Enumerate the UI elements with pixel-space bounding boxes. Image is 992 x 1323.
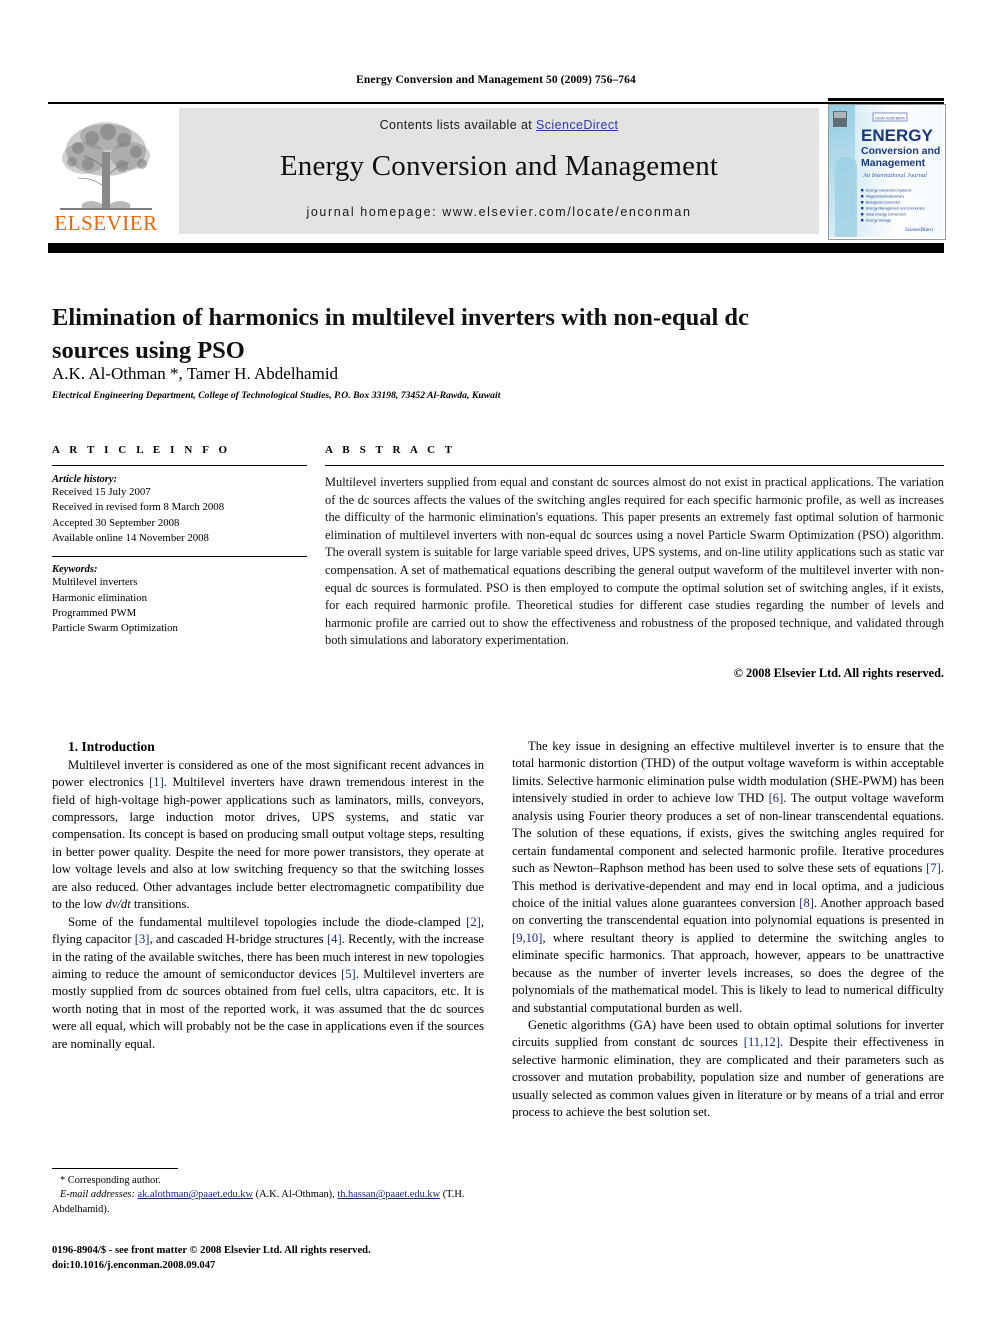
citation-ref[interactable]: [4] [327, 932, 342, 946]
header-black-bar [48, 243, 944, 253]
article-history-heading: Article history: [52, 474, 118, 485]
journal-header: ELSEVIER Contents lists available at Sci… [48, 98, 946, 240]
body-paragraph: The key issue in designing an effective … [512, 739, 944, 1015]
article-history-item: Accepted 30 September 2008 [52, 516, 180, 529]
affiliation: Electrical Engineering Department, Colle… [52, 390, 501, 401]
sciencedirect-link[interactable]: ScienceDirect [536, 118, 618, 132]
author-list: A.K. Al-Othman *, Tamer H. Abdelhamid [52, 364, 752, 384]
email-owner-1: (A.K. Al-Othman), [255, 1189, 335, 1201]
email-addresses-note: E-mail addresses: ak.alothman@paaet.edu.… [52, 1188, 484, 1217]
citation-ref[interactable]: [9,10] [512, 931, 542, 945]
article-history-item: Received in revised form 8 March 2008 [52, 501, 225, 514]
keyword-item: Harmonic elimination [52, 591, 148, 604]
journal-banner: Contents lists available at ScienceDirec… [179, 108, 819, 234]
article-info-label: A R T I C L E I N F O [52, 444, 231, 456]
article-info-column: A R T I C L E I N F O Article history: R… [52, 444, 307, 637]
citation-ref[interactable]: [8] [799, 896, 814, 910]
email-link-2[interactable]: th.hassan@paaet.edu.kw [337, 1189, 440, 1200]
citation-ref[interactable]: [1] [149, 775, 164, 789]
keyword-item: Programmed PWM [52, 606, 137, 619]
svg-text:Energy Management and Economic: Energy Management and Economics [866, 207, 925, 211]
keywords-rule [52, 556, 307, 558]
svg-text:Energy Storage: Energy Storage [866, 219, 891, 223]
cover-title-energy: ENERGY [861, 126, 933, 145]
elsevier-logo: ELSEVIER [48, 108, 164, 236]
contents-available-line: Contents lists available at ScienceDirec… [179, 108, 819, 132]
abstract-text: Multilevel inverters supplied from equal… [325, 475, 944, 648]
keyword-item: Multilevel inverters [52, 576, 138, 589]
doi-line: doi:10.1016/j.enconman.2008.09.047 [52, 1260, 216, 1272]
corresponding-author-note: * Corresponding author. [60, 1175, 161, 1186]
journal-cover-thumbnail[interactable]: ISSN 0196-8904 ENERGY Conversion and Man… [828, 104, 946, 240]
svg-text:Solar Energy Conversion: Solar Energy Conversion [866, 213, 906, 217]
citation-ref[interactable]: [2] [466, 915, 481, 929]
author-names: A.K. Al-Othman *, Tamer H. Abdelhamid [52, 364, 339, 383]
body-paragraph: Some of the fundamental multilevel topol… [52, 914, 484, 1051]
page-title: Elimination of harmonics in multilevel i… [52, 304, 749, 364]
body-paragraph: Multilevel inverter is considered as one… [52, 757, 484, 912]
cover-top-rule [828, 98, 944, 101]
abstract-copyright: © 2008 Elsevier Ltd. All rights reserved… [733, 666, 944, 681]
cover-badge: ISSN 0196-8904 [875, 115, 905, 120]
cover-title-conversion: Conversion and [861, 145, 940, 157]
footnote-block: * Corresponding author. E-mail addresses… [52, 1168, 484, 1217]
header-top-rule [48, 102, 944, 104]
svg-text:Biological Conversion: Biological Conversion [866, 201, 901, 205]
article-info-rule [52, 465, 307, 466]
cover-footer: ScienceDirect [905, 228, 934, 233]
abstract-label: A B S T R A C T [325, 444, 456, 456]
journal-title: Energy Conversion and Management [279, 150, 719, 182]
paper-page: Energy Conversion and Management 50 (200… [0, 0, 992, 1323]
body-column-right: The key issue in designing an effective … [512, 738, 944, 1122]
citation-ref[interactable]: [5] [341, 967, 356, 981]
email-label: E-mail addresses: [60, 1189, 135, 1201]
article-history-item: Available online 14 November 2008 [52, 531, 209, 544]
svg-text:Energy Conversion Systems: Energy Conversion Systems [866, 189, 912, 193]
journal-homepage[interactable]: journal homepage: www.elsevier.com/locat… [179, 205, 819, 219]
abstract-column: A B S T R A C T Multilevel inverters sup… [325, 444, 944, 681]
running-head: Energy Conversion and Management 50 (200… [356, 74, 636, 86]
citation-ref[interactable]: [11,12] [744, 1035, 780, 1049]
svg-text:Magnetohydrodynamics: Magnetohydrodynamics [866, 195, 904, 199]
keywords-heading: Keywords: [52, 564, 98, 576]
issn-copyright-block: 0196-8904/$ - see front matter © 2008 El… [52, 1243, 512, 1274]
citation-ref[interactable]: [7] [926, 861, 941, 875]
citation-ref[interactable]: [3] [135, 932, 150, 946]
email-link-1[interactable]: ak.alothman@paaet.edu.kw [138, 1189, 253, 1200]
article-history-item: Received 15 July 2007 [52, 486, 151, 498]
footnote-rule [52, 1168, 178, 1169]
body-column-left: 1. Introduction Multilevel inverter is c… [52, 738, 484, 1053]
body-paragraph: Genetic algorithms (GA) have been used t… [512, 1018, 944, 1120]
keyword-item: Particle Swarm Optimization [52, 622, 178, 635]
abstract-rule [325, 465, 944, 466]
contents-available-text: Contents lists available at [379, 118, 537, 132]
section-title-introduction: 1. Introduction [68, 739, 155, 754]
citation-ref[interactable]: [6] [769, 791, 784, 805]
elsevier-wordmark: ELSEVIER [54, 211, 157, 235]
issn-line: 0196-8904/$ - see front matter © 2008 El… [52, 1245, 371, 1256]
cover-subtitle: An International Journal [862, 172, 927, 179]
cover-title-management: Management [861, 157, 926, 169]
